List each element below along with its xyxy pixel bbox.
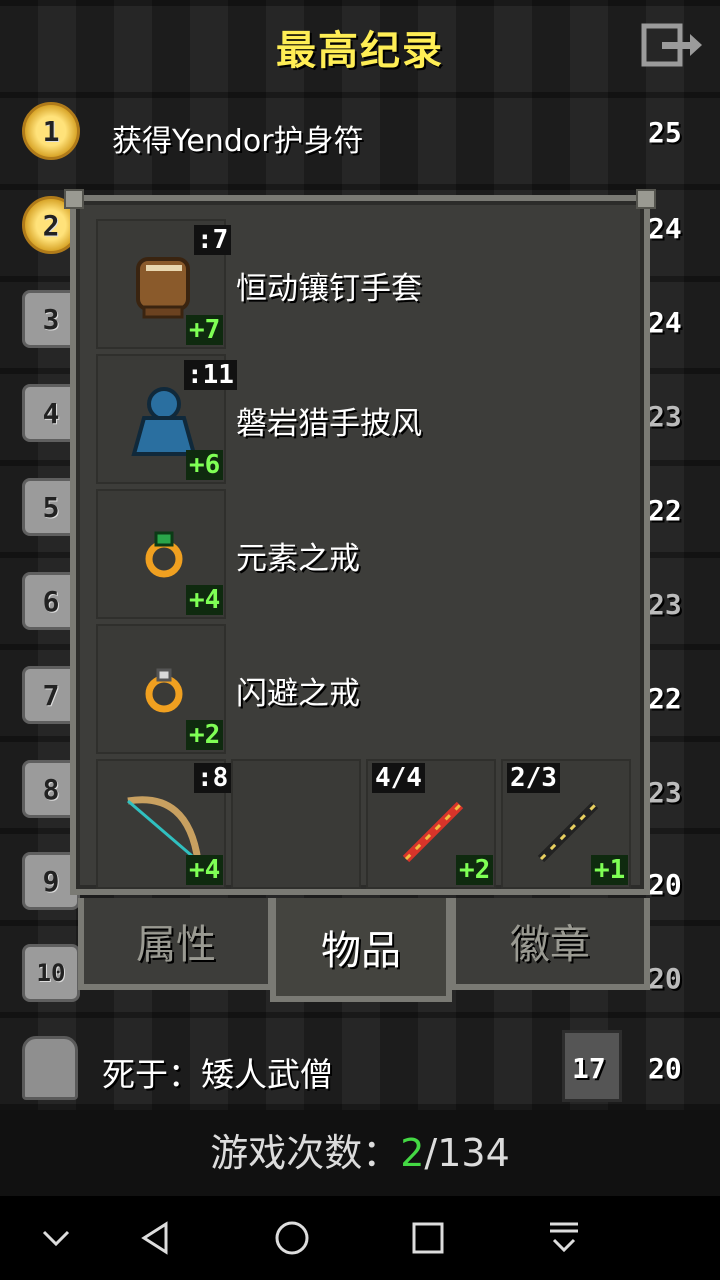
back-icon[interactable] xyxy=(134,1216,178,1260)
item-row[interactable]: +4 元素之戒 xyxy=(96,489,632,619)
record-score: 23 xyxy=(648,588,682,621)
quantity-label: :7 xyxy=(194,225,232,255)
quantity-label: :8 xyxy=(194,763,232,793)
record-score: 20 xyxy=(648,868,682,901)
quickslot-empty[interactable] xyxy=(231,759,361,889)
quickslot[interactable]: 4/4 +2 xyxy=(366,759,496,889)
recents-icon[interactable] xyxy=(406,1216,450,1260)
quantity-label: :11 xyxy=(184,360,237,390)
item-name: 恒动镶钉手套 xyxy=(236,271,422,307)
tab-stats[interactable]: 属性 xyxy=(78,898,274,990)
record-score: 25 xyxy=(648,116,682,149)
item-row[interactable]: +2 闪避之戒 xyxy=(96,624,632,754)
upgrade-label: +7 xyxy=(186,315,224,345)
record-score: 20 xyxy=(648,962,682,995)
charges-label: 2/3 xyxy=(507,763,560,793)
upgrade-label: +4 xyxy=(186,585,224,615)
record-score: 24 xyxy=(648,306,682,339)
rank-badge: 10 xyxy=(22,944,80,1002)
item-row[interactable]: :11 +6 磐岩猎手披风 xyxy=(96,354,632,484)
upgrade-label: +1 xyxy=(591,855,629,885)
upgrade-label: +4 xyxy=(186,855,224,885)
upgrade-label: +2 xyxy=(186,720,224,750)
record-score: 20 xyxy=(648,1052,682,1085)
tab-items[interactable]: 物品 xyxy=(270,898,452,1002)
hero-items-panel: :7 +7 恒动镶钉手套 :11 +6 磐岩猎手披风 +4 元素之戒 +2 闪避… xyxy=(64,189,656,895)
tab-badges[interactable]: 徽章 xyxy=(450,898,650,990)
rank-badge: 1 xyxy=(22,102,80,160)
page-title: 最高纪录 xyxy=(276,28,444,74)
home-icon[interactable] xyxy=(270,1216,314,1260)
record-text[interactable]: 获得Yendor护身符 xyxy=(112,116,364,160)
exit-icon[interactable] xyxy=(640,20,704,70)
panel-corner xyxy=(636,189,656,209)
record-score: 24 xyxy=(648,212,682,245)
notification-pull-icon[interactable] xyxy=(542,1216,586,1260)
record-score: 23 xyxy=(648,400,682,433)
quickslot[interactable]: 2/3 +1 xyxy=(501,759,631,889)
record-score: 22 xyxy=(648,494,682,527)
quickslot-row: :8 +4 4/4 +2 2/3 +1 xyxy=(96,759,632,889)
tombstone-icon xyxy=(22,1036,78,1100)
chevron-down-icon[interactable] xyxy=(34,1216,78,1260)
record-score: 23 xyxy=(648,776,682,809)
record-text[interactable]: 死于：矮人武僧 xyxy=(102,1048,333,1096)
games-total: /134 xyxy=(424,1131,510,1175)
games-label: 游戏次数： xyxy=(210,1131,401,1175)
quickslot[interactable]: :8 +4 xyxy=(96,759,232,889)
charges-label: 4/4 xyxy=(372,763,425,793)
record-level: 17 xyxy=(572,1052,606,1085)
item-name: 元素之戒 xyxy=(236,541,360,577)
upgrade-label: +6 xyxy=(186,450,224,480)
system-nav-bar xyxy=(0,1196,720,1280)
item-row[interactable]: :7 +7 恒动镶钉手套 xyxy=(96,219,632,349)
panel-corner xyxy=(64,189,84,209)
item-name: 磐岩猎手披风 xyxy=(236,406,422,442)
item-name: 闪避之戒 xyxy=(236,676,360,712)
games-played: 游戏次数：2/134 xyxy=(0,1122,720,1177)
games-current: 2 xyxy=(400,1131,425,1175)
upgrade-label: +2 xyxy=(456,855,494,885)
record-score: 22 xyxy=(648,682,682,715)
